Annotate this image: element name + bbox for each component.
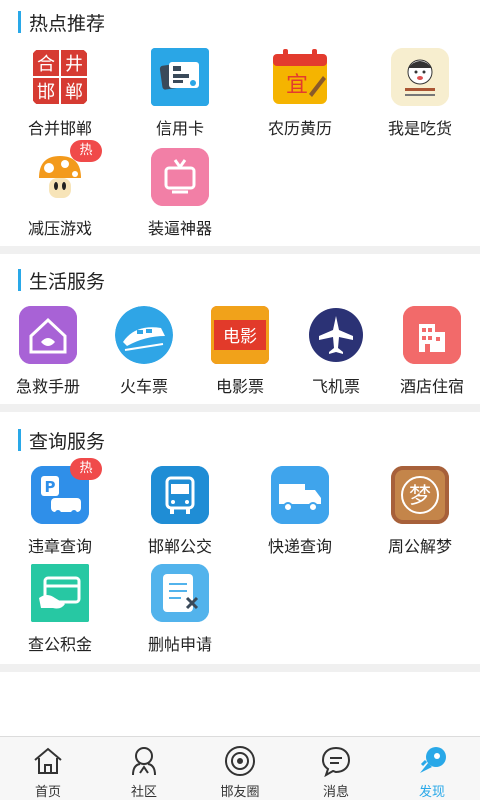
- first-aid-icon: [19, 306, 77, 364]
- tile-label: 违章查询: [27, 537, 92, 556]
- message-icon: [320, 745, 352, 778]
- tile-merge-handan[interactable]: 合 井 邯 郸 合并邯郸: [0, 48, 120, 146]
- discover-page: 热点推荐 合 井 邯 郸 合并邯郸 信用卡 宜 农历黄历 我是吃货 热 减压游戏…: [0, 0, 480, 800]
- tile-foodie[interactable]: 我是吃货: [360, 48, 480, 146]
- tile-label: 我是吃货: [387, 119, 452, 138]
- tile-label: 急救手册: [15, 377, 80, 396]
- tab-label: 邯友圈: [220, 785, 260, 800]
- tab-label: 社区: [130, 785, 157, 800]
- section-divider: [0, 246, 480, 254]
- life-section: 生活服务 急救手册 火车票 电影 电影票 飞机票 酒店住宿: [0, 254, 480, 404]
- tile-stress-game[interactable]: 热 减压游戏: [0, 140, 120, 246]
- bus-icon: [151, 466, 209, 524]
- tile-dream[interactable]: 梦 周公解梦: [360, 466, 480, 564]
- movie-text: 电影: [223, 327, 257, 347]
- almanac-icon: 宜: [271, 48, 329, 106]
- merge-char-1: 合: [37, 54, 55, 75]
- credit-card-icon: [151, 48, 209, 106]
- tile-almanac[interactable]: 宜 农历黄历: [240, 48, 360, 146]
- tv-icon: [151, 148, 209, 206]
- tile-label: 飞机票: [311, 377, 360, 396]
- hot-badge: 热: [70, 458, 102, 480]
- life-section-title: 生活服务: [18, 268, 106, 293]
- movie-icon: 电影: [211, 306, 269, 364]
- section-accent-bar: [18, 11, 21, 33]
- tab-community[interactable]: 社区: [96, 737, 192, 800]
- foodie-icon: [391, 48, 449, 106]
- tile-hotel[interactable]: 酒店住宿: [384, 306, 480, 404]
- tile-gadget[interactable]: 装逼神器: [120, 148, 240, 246]
- dream-char: 梦: [409, 484, 431, 509]
- tile-express[interactable]: 快递查询: [240, 466, 360, 564]
- section-divider: [0, 664, 480, 672]
- community-icon: [128, 745, 160, 777]
- tile-label: 周公解梦: [387, 537, 452, 556]
- merge-char-2: 井: [65, 54, 83, 75]
- almanac-char: 宜: [286, 73, 308, 98]
- tile-airplane[interactable]: 飞机票: [288, 306, 384, 404]
- tab-discover[interactable]: 发现: [384, 737, 480, 800]
- tile-label: 邯郸公交: [147, 537, 212, 556]
- section-accent-bar: [18, 269, 21, 291]
- tile-label: 装逼神器: [147, 219, 212, 238]
- tile-label: 酒店住宿: [399, 377, 464, 396]
- tile-delete-post[interactable]: 删帖申请: [120, 564, 240, 662]
- tab-label: 发现: [418, 785, 445, 800]
- merge-handan-icon: 合 井 邯 郸: [31, 48, 89, 106]
- tile-label: 火车票: [119, 377, 168, 396]
- tile-first-aid[interactable]: 急救手册: [0, 306, 96, 404]
- home-icon: [32, 745, 64, 777]
- tile-label: 删帖申请: [147, 635, 212, 654]
- tile-train[interactable]: 火车票: [96, 306, 192, 404]
- truck-icon: [271, 466, 329, 524]
- section-divider: [0, 404, 480, 412]
- tile-violation[interactable]: P 热 违章查询: [0, 458, 120, 564]
- hot-section-title: 热点推荐: [18, 10, 106, 35]
- tile-label: 电影票: [215, 377, 264, 396]
- tile-credit-card[interactable]: 信用卡: [120, 48, 240, 146]
- tab-friends-circle[interactable]: 邯友圈: [192, 737, 288, 800]
- delete-post-icon: [151, 564, 209, 622]
- query-section-title: 查询服务: [18, 428, 106, 453]
- discover-rocket-icon: [416, 745, 448, 777]
- merge-char-4: 郸: [65, 82, 83, 103]
- airplane-icon: [307, 306, 365, 364]
- tile-housing-fund[interactable]: 查公积金: [0, 564, 120, 662]
- query-section: 查询服务 P 热 违章查询 邯郸公交 快递查询 梦 周公解梦 查公积金 删帖申请: [0, 412, 480, 664]
- tile-bus[interactable]: 邯郸公交: [120, 466, 240, 564]
- tile-label: 快递查询: [267, 537, 332, 556]
- bottom-tab-bar: 首页 社区 邯友圈 消息 发现: [0, 736, 480, 800]
- life-section-title-text: 生活服务: [29, 270, 106, 293]
- query-section-title-text: 查询服务: [29, 430, 106, 453]
- tile-label: 农历黄历: [267, 119, 332, 138]
- hot-section-title-text: 热点推荐: [29, 12, 106, 35]
- parking-letter: P: [45, 478, 56, 496]
- tile-label: 减压游戏: [27, 219, 92, 238]
- tab-home[interactable]: 首页: [0, 737, 96, 800]
- hotel-icon: [403, 306, 461, 364]
- tab-label: 消息: [322, 785, 349, 800]
- tile-label: 信用卡: [155, 119, 204, 138]
- tile-label: 查公积金: [27, 635, 92, 654]
- tab-messages[interactable]: 消息: [288, 737, 384, 800]
- tile-label: 合并邯郸: [27, 119, 92, 138]
- hot-badge: 热: [70, 140, 102, 162]
- tab-label: 首页: [34, 785, 61, 800]
- hot-section: 热点推荐 合 井 邯 郸 合并邯郸 信用卡 宜 农历黄历 我是吃货 热 减压游戏…: [0, 0, 480, 246]
- merge-char-3: 邯: [37, 82, 55, 103]
- friends-circle-icon: [224, 745, 256, 777]
- tile-movie[interactable]: 电影 电影票: [192, 306, 288, 404]
- fund-card-icon: [31, 564, 89, 622]
- section-accent-bar: [18, 429, 21, 451]
- train-icon: [115, 306, 173, 364]
- dream-icon: 梦: [391, 466, 449, 524]
